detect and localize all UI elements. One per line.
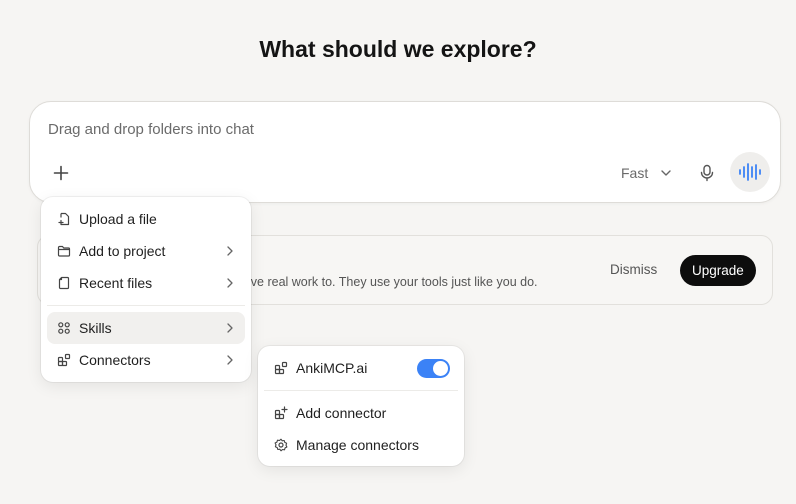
waveform-icon [739,163,761,181]
chevron-down-icon [661,170,671,176]
dismiss-button[interactable]: Dismiss [610,262,657,277]
gear-icon [274,438,288,452]
manage-connectors-item[interactable]: Manage connectors [264,429,458,461]
menu-item-connectors[interactable]: Connectors [47,344,245,376]
model-select[interactable]: Fast [613,158,680,188]
connector-toggle[interactable] [417,359,450,378]
add-connector-label: Add connector [296,405,387,421]
add-connector-item[interactable]: Add connector [264,397,458,429]
chat-composer: Fast [29,101,781,203]
menu-item-add-to-project[interactable]: Add to project [47,235,245,267]
page: What should we explore? Fast [0,0,796,504]
upload-file-icon [57,212,71,226]
menu-item-upload-file[interactable]: Upload a file [47,203,245,235]
upgrade-button[interactable]: Upgrade [680,255,756,286]
microphone-button[interactable] [692,158,722,188]
plus-icon [53,165,69,181]
menu-item-skills[interactable]: Skills [47,312,245,344]
recent-files-icon [57,276,71,290]
menu-item-recent-files[interactable]: Recent files [47,267,245,299]
microphone-icon [700,164,714,182]
connectors-icon [57,353,71,367]
menu-item-label: Connectors [79,352,151,368]
manage-connectors-label: Manage connectors [296,437,419,453]
menu-item-label: Upload a file [79,211,157,227]
folder-icon [57,244,71,258]
menu-divider [47,305,245,306]
connector-label: AnkiMCP.ai [296,360,368,376]
menu-divider [264,390,458,391]
add-connector-icon [274,406,288,420]
connector-icon [274,361,288,375]
menu-item-label: Add to project [79,243,166,259]
connectors-menu: AnkiMCP.ai Add connector Manage connecto… [258,346,464,466]
attach-menu: Upload a file Add to project Recent file… [41,197,251,382]
menu-item-label: Recent files [79,275,153,291]
chat-input[interactable] [48,121,648,138]
menu-item-label: Skills [79,320,112,336]
toggle-knob [433,361,448,376]
chevron-right-icon [227,278,233,288]
voice-mode-button[interactable] [730,152,770,192]
page-title: What should we explore? [259,36,537,62]
chevron-right-icon [227,323,233,333]
model-label: Fast [621,165,649,181]
chevron-right-icon [227,246,233,256]
add-attachment-button[interactable] [48,160,74,186]
connector-item-ankimcp[interactable]: AnkiMCP.ai [264,352,458,384]
chevron-right-icon [227,355,233,365]
banner-text: ive real work to. They use your tools ju… [248,275,538,289]
skills-icon [57,321,71,335]
